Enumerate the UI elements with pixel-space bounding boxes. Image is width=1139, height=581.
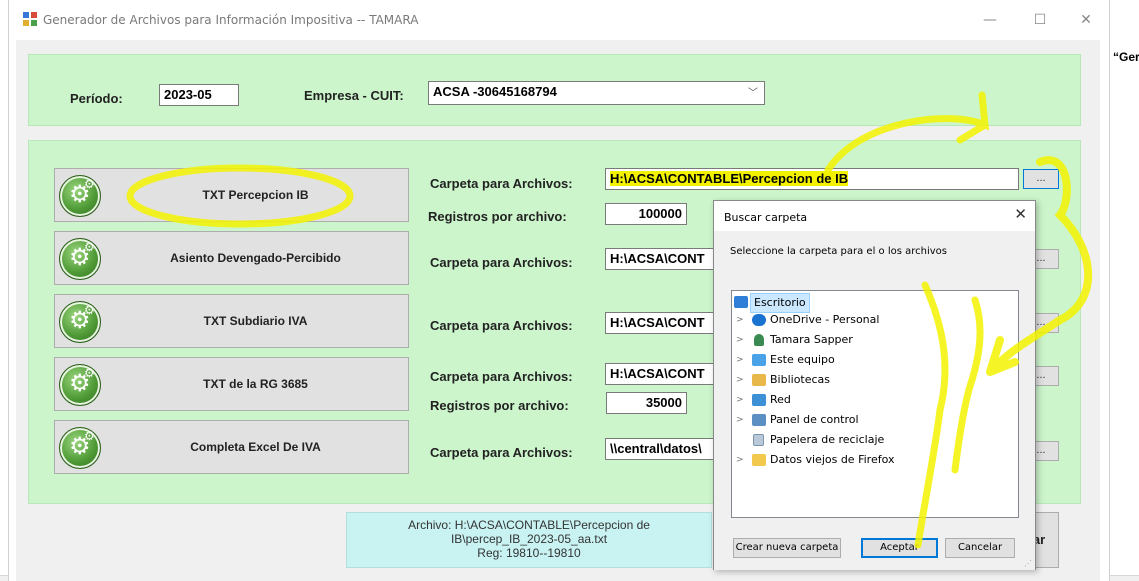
folder-input-percepcion[interactable]: H:\ACSA\CONTABLE\Percepcion de IB bbox=[605, 168, 1019, 190]
desktop-icon bbox=[734, 296, 748, 308]
records-label: Registros por archivo: bbox=[428, 209, 567, 224]
folder-icon bbox=[752, 454, 766, 466]
chevron-right-icon: > bbox=[736, 395, 744, 405]
tree-item-escritorio[interactable]: Escritorio bbox=[734, 293, 854, 313]
tree-item-red[interactable]: > Red bbox=[736, 391, 996, 409]
button-label: TXT Percepcion IB bbox=[202, 188, 309, 202]
period-label: Período: bbox=[70, 91, 123, 106]
gears-icon: ⚙ ⚙ bbox=[59, 175, 101, 217]
folder-tree[interactable]: Escritorio > OneDrive - Personal > Tamar… bbox=[731, 290, 1019, 518]
chevron-right-icon: > bbox=[736, 375, 744, 385]
accept-button[interactable]: Aceptar bbox=[861, 538, 938, 558]
background-window-text: “Ger bbox=[1113, 50, 1139, 64]
txt-percepcion-ib-button[interactable]: ⚙ ⚙ TXT Percepcion IB bbox=[54, 168, 409, 222]
chevron-right-icon: > bbox=[736, 335, 744, 345]
completa-excel-iva-button[interactable]: ⚙ ⚙ Completa Excel De IVA bbox=[54, 420, 409, 474]
chevron-right-icon: > bbox=[736, 455, 744, 465]
folder-label: Carpeta para Archivos: bbox=[430, 369, 573, 384]
library-icon bbox=[752, 374, 766, 386]
tree-item-onedrive[interactable]: > OneDrive - Personal bbox=[736, 311, 996, 329]
chevron-right-icon: > bbox=[736, 415, 744, 425]
company-label: Empresa - CUIT: bbox=[304, 88, 404, 103]
gears-icon: ⚙ ⚙ bbox=[59, 427, 101, 469]
tree-item-bibliotecas[interactable]: > Bibliotecas bbox=[736, 371, 996, 389]
records-label: Registros por archivo: bbox=[430, 398, 569, 413]
button-label: Asiento Devengado-Percibido bbox=[170, 251, 341, 265]
resize-grip-icon[interactable]: ⋰ bbox=[1024, 559, 1032, 568]
button-label: TXT de la RG 3685 bbox=[203, 377, 308, 391]
button-label: Completa Excel De IVA bbox=[190, 440, 321, 454]
status-box: Archivo: H:\ACSA\CONTABLE\Percepcion de … bbox=[346, 512, 712, 568]
records-input-rg3685[interactable]: 35000 bbox=[606, 392, 687, 414]
dialog-cancel-button[interactable]: Cancelar bbox=[945, 538, 1015, 558]
computer-icon bbox=[752, 354, 766, 366]
button-label: TXT Subdiario IVA bbox=[203, 314, 308, 328]
browse-button-percepcion[interactable]: ... bbox=[1023, 169, 1059, 189]
tree-item-panel-control[interactable]: > Panel de control bbox=[736, 411, 996, 429]
background-window bbox=[1110, 0, 1139, 581]
minimize-button[interactable]: — bbox=[975, 8, 1005, 32]
txt-subdiario-iva-button[interactable]: ⚙ ⚙ TXT Subdiario IVA bbox=[54, 294, 409, 348]
tree-item-firefox[interactable]: > Datos viejos de Firefox bbox=[736, 451, 996, 469]
dialog-title: Buscar carpeta bbox=[724, 211, 808, 224]
company-select-value: ACSA -30645168794 bbox=[433, 84, 557, 99]
folder-label: Carpeta para Archivos: bbox=[430, 255, 573, 270]
status-line-3: Reg: 19810--19810 bbox=[477, 546, 581, 560]
chevron-right-icon: > bbox=[736, 355, 744, 365]
chevron-right-icon: > bbox=[736, 315, 744, 325]
gears-icon: ⚙ ⚙ bbox=[59, 238, 101, 280]
recycle-bin-icon bbox=[753, 434, 764, 446]
maximize-button[interactable]: ☐ bbox=[1025, 8, 1055, 32]
screen: “Ger Generador de Archivos para Informac… bbox=[0, 0, 1139, 581]
app-icon bbox=[23, 12, 37, 26]
tree-item-tamara[interactable]: > Tamara Sapper bbox=[736, 331, 996, 349]
folder-label: Carpeta para Archivos: bbox=[430, 445, 573, 460]
asiento-devengado-button[interactable]: ⚙ ⚙ Asiento Devengado-Percibido bbox=[54, 231, 409, 285]
folder-label: Carpeta para Archivos: bbox=[430, 318, 573, 333]
dialog-body: Seleccione la carpeta para el o los arch… bbox=[714, 231, 1035, 570]
gears-icon: ⚙ ⚙ bbox=[59, 301, 101, 343]
txt-rg-3685-button[interactable]: ⚙ ⚙ TXT de la RG 3685 bbox=[54, 357, 409, 411]
tree-item-este-equipo[interactable]: > Este equipo bbox=[736, 351, 996, 369]
folder-label: Carpeta para Archivos: bbox=[430, 176, 573, 191]
control-panel-icon bbox=[752, 414, 766, 426]
status-line-2: IB\percep_IB_2023-05_aa.txt bbox=[450, 532, 608, 546]
gears-icon: ⚙ ⚙ bbox=[59, 364, 101, 406]
chevron-down-icon: ﹀ bbox=[748, 88, 758, 99]
folder-input-value: H:\ACSA\CONTABLE\Percepcion de IB bbox=[610, 171, 849, 186]
close-button[interactable]: ✕ bbox=[1071, 8, 1101, 32]
title-bar: Generador de Archivos para Información I… bbox=[9, 0, 1109, 40]
status-line-1: Archivo: H:\ACSA\CONTABLE\Percepcion de bbox=[408, 518, 650, 532]
cloud-icon bbox=[752, 314, 766, 326]
period-input[interactable]: 2023-05 bbox=[159, 84, 239, 106]
dialog-description: Seleccione la carpeta para el o los arch… bbox=[730, 246, 948, 257]
browse-folder-dialog: Buscar carpeta ✕ Seleccione la carpeta p… bbox=[713, 200, 1036, 570]
user-icon bbox=[754, 334, 764, 346]
network-icon bbox=[752, 394, 766, 406]
company-select[interactable]: ACSA -30645168794 ﹀ bbox=[428, 81, 765, 105]
window-title: Generador de Archivos para Información I… bbox=[43, 13, 419, 27]
tree-item-papelera[interactable]: Papelera de reciclaje bbox=[736, 431, 996, 449]
dialog-close-icon[interactable]: ✕ bbox=[1014, 205, 1027, 223]
records-input-percepcion[interactable]: 100000 bbox=[605, 203, 687, 225]
new-folder-button[interactable]: Crear nueva carpeta bbox=[733, 538, 841, 558]
